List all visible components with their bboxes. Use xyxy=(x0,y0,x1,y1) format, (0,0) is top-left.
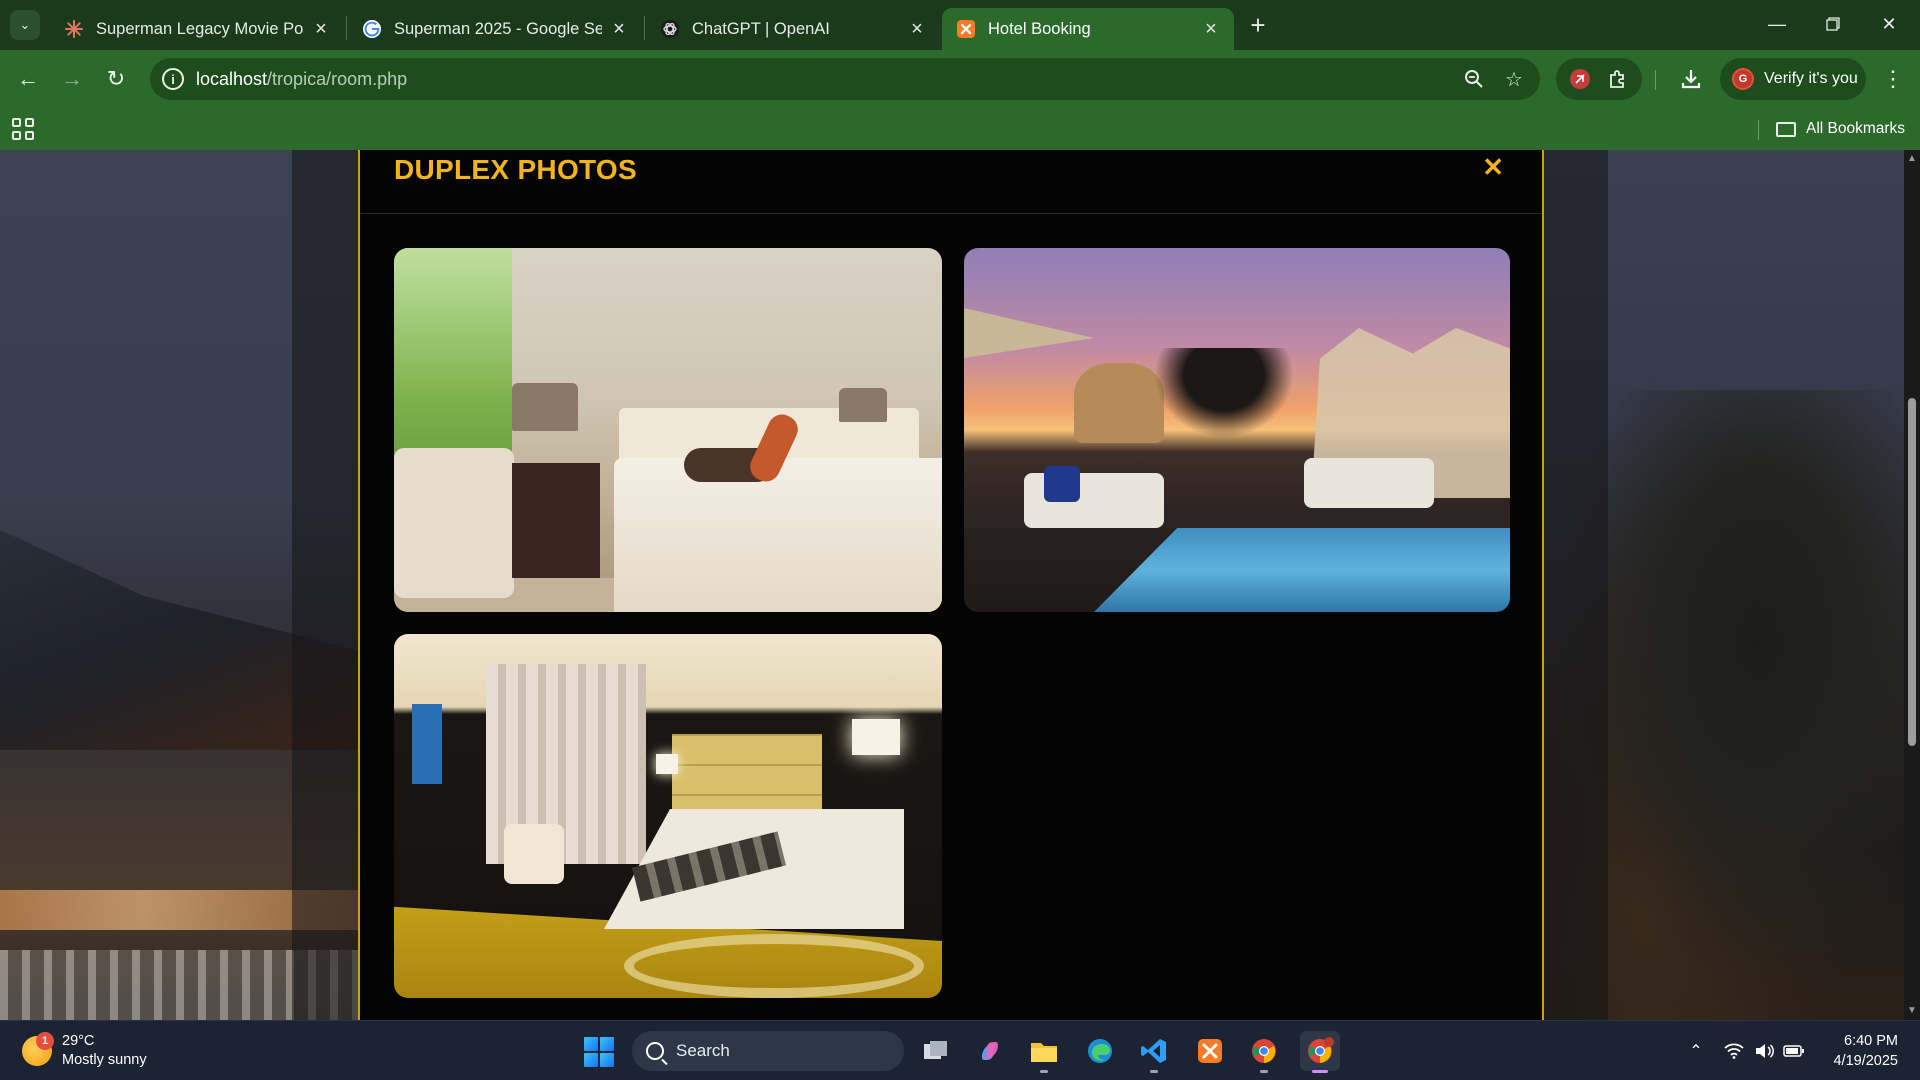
close-tab-icon[interactable]: × xyxy=(608,18,630,40)
bookmarks-bar: All Bookmarks xyxy=(0,108,1920,150)
tab-search-button[interactable]: ⌄ xyxy=(10,10,40,40)
verify-label: Verify it's you xyxy=(1764,70,1858,87)
browser-toolbar: ← → ↻ i localhost/tropica/room.php ☆ G V… xyxy=(0,50,1920,108)
bright-bedroom-photo[interactable] xyxy=(394,248,942,612)
battery-icon[interactable] xyxy=(1782,1039,1806,1063)
overlay-dim-right xyxy=(1544,150,1608,1020)
extensions-puzzle-icon[interactable] xyxy=(1606,67,1630,91)
scroll-up-arrow-icon[interactable]: ▲ xyxy=(1907,154,1917,164)
zoom-icon[interactable] xyxy=(1462,67,1486,91)
kebab-menu-icon[interactable]: ⋮ xyxy=(1878,63,1908,95)
bookmark-star-icon[interactable]: ☆ xyxy=(1502,67,1526,91)
chrome-icon[interactable] xyxy=(1244,1031,1284,1073)
new-tab-plus-icon[interactable]: + xyxy=(1244,12,1272,40)
system-clock[interactable]: 6:40 PM 4/19/2025 xyxy=(1822,1031,1898,1071)
restore-icon[interactable] xyxy=(1810,8,1856,40)
volume-icon[interactable] xyxy=(1752,1039,1776,1063)
task-view-icon[interactable] xyxy=(916,1031,956,1071)
tab-hotel-booking[interactable]: Hotel Booking × xyxy=(942,8,1234,50)
all-bookmarks-button[interactable]: All Bookmarks xyxy=(1776,116,1905,142)
bookmarks-divider xyxy=(1758,120,1759,140)
tab-strip: ⌄ Superman Legacy Movie Poster × Superma… xyxy=(0,0,1920,50)
chrome-profile-icon[interactable] xyxy=(1300,1031,1340,1073)
tab-superman-2025-search[interactable]: Superman 2025 - Google Search × xyxy=(348,8,642,50)
close-tab-icon[interactable]: × xyxy=(310,18,332,40)
tray-chevron-up-icon[interactable]: ⌃ xyxy=(1684,1039,1708,1063)
google-favicon-icon xyxy=(362,19,382,39)
profile-verify-button[interactable]: G Verify it's you xyxy=(1720,58,1866,100)
site-info-icon[interactable]: i xyxy=(162,68,184,90)
xampp-icon[interactable] xyxy=(1190,1031,1230,1071)
address-bar[interactable]: i localhost/tropica/room.php ☆ xyxy=(150,58,1540,100)
weather-condition: Mostly sunny xyxy=(62,1052,147,1068)
close-icon[interactable]: ✕ xyxy=(1482,152,1504,183)
tab-divider xyxy=(644,16,645,40)
back-arrow-icon[interactable]: ← xyxy=(12,63,44,95)
extension-red-icon[interactable] xyxy=(1568,67,1592,91)
minimize-icon[interactable]: — xyxy=(1754,8,1800,40)
tab-title: Superman 2025 - Google Search xyxy=(394,19,602,38)
forward-arrow-icon[interactable]: → xyxy=(56,63,88,95)
scrollbar-thumb[interactable] xyxy=(1908,398,1916,746)
overlay-dim-left xyxy=(292,150,358,1020)
weather-notification-badge: 1 xyxy=(36,1032,54,1050)
url-host: localhost xyxy=(196,69,268,89)
modal-title: DUPLEX PHOTOS xyxy=(394,154,637,185)
close-tab-icon[interactable]: × xyxy=(1200,18,1222,40)
profile-avatar: G xyxy=(1732,68,1754,90)
modal-header: DUPLEX PHOTOS ✕ xyxy=(360,150,1542,214)
wifi-icon[interactable] xyxy=(1722,1039,1746,1063)
copilot-icon[interactable] xyxy=(970,1031,1010,1071)
search-icon xyxy=(646,1042,664,1060)
url-text[interactable]: localhost/tropica/room.php xyxy=(196,69,407,90)
file-explorer-icon[interactable] xyxy=(1024,1031,1064,1073)
chevron-down-icon: ⌄ xyxy=(19,17,31,32)
scroll-down-arrow-icon[interactable]: ▼ xyxy=(1907,1006,1917,1016)
apps-grid-icon[interactable] xyxy=(12,118,34,140)
sunset-pool-deck-photo[interactable] xyxy=(964,248,1510,612)
tab-title: Superman Legacy Movie Poster xyxy=(96,19,304,38)
openai-favicon-icon xyxy=(660,19,680,39)
all-bookmarks-label: All Bookmarks xyxy=(1806,120,1906,137)
reload-icon[interactable]: ↻ xyxy=(100,63,132,95)
clock-date: 4/19/2025 xyxy=(1833,1053,1898,1069)
windows-taskbar: 1 29°C Mostly sunny Search ⌃ 6:40 PM 4/1… xyxy=(0,1020,1920,1080)
weather-sun-icon: 1 xyxy=(22,1032,54,1066)
tab-title: ChatGPT | OpenAI xyxy=(692,19,830,38)
asterisk-favicon-icon xyxy=(64,19,84,39)
edge-browser-icon[interactable] xyxy=(1080,1031,1120,1071)
extensions-group xyxy=(1556,58,1642,100)
vscode-icon[interactable] xyxy=(1134,1031,1174,1073)
close-window-icon[interactable]: ✕ xyxy=(1866,8,1912,40)
yellow-black-bedroom-photo[interactable] xyxy=(394,634,942,998)
tab-chatgpt[interactable]: ChatGPT | OpenAI × xyxy=(646,8,940,50)
url-path: /tropica/room.php xyxy=(267,69,408,89)
close-tab-icon[interactable]: × xyxy=(906,18,928,40)
xampp-favicon-icon xyxy=(956,19,976,39)
taskbar-search-box[interactable]: Search xyxy=(632,1031,904,1071)
tab-title: Hotel Booking xyxy=(988,19,1091,38)
folder-icon xyxy=(1776,121,1796,137)
page-viewport: DUPLEX PHOTOS ✕ xyxy=(0,150,1904,1020)
download-icon[interactable] xyxy=(1675,63,1707,95)
clock-time: 6:40 PM xyxy=(1844,1033,1898,1049)
tab-superman-legacy[interactable]: Superman Legacy Movie Poster × xyxy=(50,8,344,50)
taskbar-search-label: Search xyxy=(676,1041,730,1060)
windows-start-icon[interactable] xyxy=(584,1037,614,1067)
weather-temperature: 29°C xyxy=(62,1033,95,1049)
duplex-photos-modal: DUPLEX PHOTOS ✕ xyxy=(358,150,1544,1020)
tab-divider xyxy=(346,16,347,40)
toolbar-divider xyxy=(1655,70,1656,90)
weather-widget[interactable]: 1 29°C Mostly sunny xyxy=(22,1029,147,1073)
page-scrollbar[interactable]: ▲ ▼ xyxy=(1904,150,1920,1020)
